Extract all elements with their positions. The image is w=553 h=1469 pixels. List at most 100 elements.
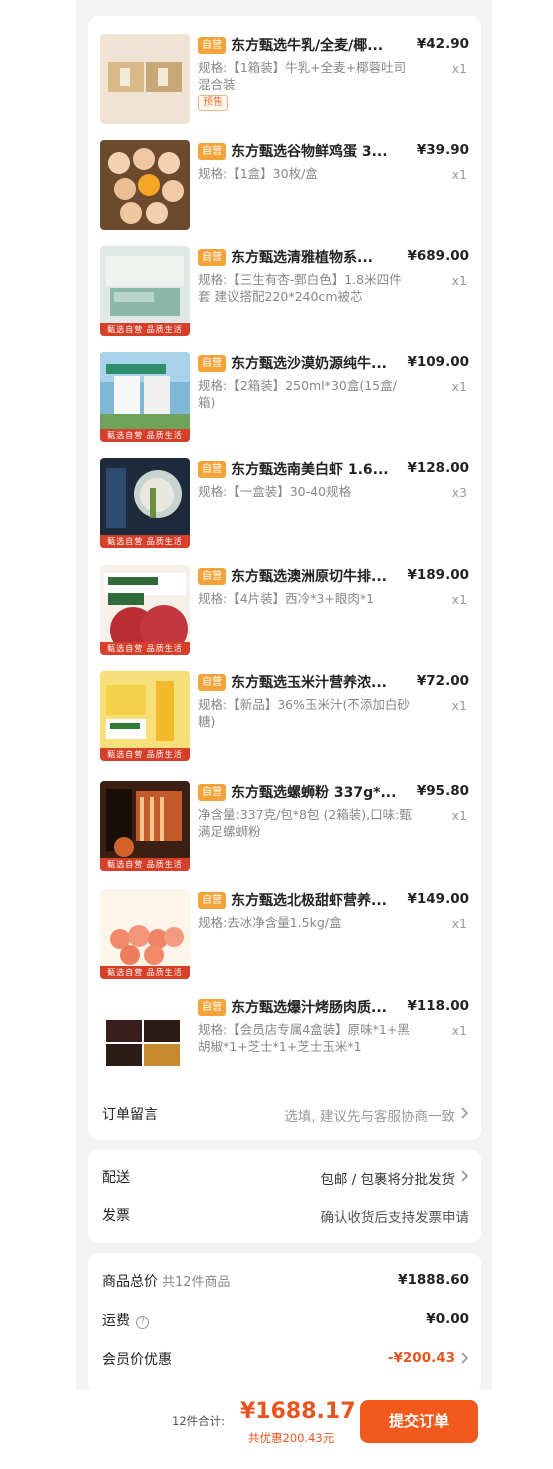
product-item[interactable]: 甄选自营 品质生活 自营 东方甄选沙漠奶源纯牛... ¥109.00 规格:【2箱装】2… (88, 352, 481, 448)
product-item[interactable]: 甄选自营 品质生活 自营 东方甄选南美白虾 1.6... ¥128.00 规格:【一盒装… (88, 458, 481, 554)
product-price: ¥189.00 (407, 567, 470, 583)
bread-box-image[interactable] (100, 34, 190, 124)
product-title[interactable]: 东方甄选谷物鲜鸡蛋 3... (231, 141, 406, 161)
checkout-bar: 12件合计: ¥1688.17 共优惠200.43元 提交订单 (0, 1390, 553, 1469)
thumb-shape (138, 174, 160, 196)
thumb-shape (144, 1020, 180, 1042)
product-quantity: x1 (451, 379, 467, 394)
product-item[interactable]: 甄选自营 品质生活 自营 东方甄选清雅植物系... ¥689.00 规格:【三生有杏-鄄… (88, 246, 481, 342)
info-icon[interactable]: ? (136, 1316, 149, 1329)
product-spec: 规格:【新品】36%玉米汁(不添加白砂糖) (198, 697, 410, 729)
thumb-shape (158, 152, 180, 174)
thumb-shape (106, 364, 166, 374)
milk-box-image[interactable]: 甄选自营 品质生活 (100, 352, 190, 442)
product-price: ¥689.00 (407, 248, 470, 264)
price-summary-card: 商品总价 共12件商品 ¥1888.60 运费? ¥0.00 会员价优惠 -¥20… (88, 1253, 481, 1393)
delivery-row[interactable]: 配送 包邮 / 包裹将分批发货 (102, 1165, 469, 1189)
member-discount-value: -¥200.43 (387, 1350, 455, 1366)
thumb-shape (108, 152, 130, 174)
invoice-label: 发票 (102, 1208, 130, 1224)
product-quantity: x1 (451, 916, 467, 931)
product-price: ¥72.00 (416, 673, 469, 689)
shipping-value: ¥0.00 (426, 1311, 469, 1327)
member-discount-label: 会员价优惠 (102, 1352, 172, 1368)
self-operated-badge: 自营 (198, 892, 226, 909)
corn-juice-image[interactable]: 甄选自营 品质生活 (100, 671, 190, 761)
product-quantity: x1 (451, 1023, 467, 1038)
thumb-shape (108, 593, 144, 605)
sausage-box-image[interactable] (100, 996, 190, 1086)
order-note-input[interactable]: 选填, 建议先与客服协商一致 (284, 1105, 455, 1125)
sweet-shrimp-image[interactable]: 甄选自营 品质生活 (100, 889, 190, 979)
shrimp-image[interactable]: 甄选自营 品质生活 (100, 458, 190, 548)
self-operated-badge: 自营 (198, 249, 226, 266)
thumb-shape (108, 577, 158, 585)
product-item[interactable]: 甄选自营 品质生活 自营 东方甄选北极甜虾营养... ¥149.00 规格:去冰净含量1… (88, 889, 481, 985)
noodles-image[interactable]: 甄选自营 品质生活 (100, 781, 190, 871)
thumb-shape (146, 202, 168, 224)
product-title[interactable]: 东方甄选沙漠奶源纯牛... (231, 353, 406, 373)
order-note-row[interactable]: 订单留言 选填, 建议先与客服协商一致 (102, 1102, 469, 1126)
product-item[interactable]: 甄选自营 品质生活 自营 东方甄选玉米汁营养浓... ¥72.00 规格:【新品】36%… (88, 671, 481, 767)
product-quantity: x1 (451, 698, 467, 713)
thumb-strip: 甄选自营 品质生活 (100, 642, 190, 655)
thumb-shape (106, 719, 146, 739)
shipping-label-text: 运费 (102, 1313, 130, 1329)
member-discount-row[interactable]: 会员价优惠 -¥200.43 (102, 1347, 469, 1371)
thumb-shape (106, 685, 146, 715)
thumb-shape (110, 723, 140, 729)
self-operated-badge: 自营 (198, 784, 226, 801)
product-item[interactable]: 自营 东方甄选爆汁烤肠肉质... ¥118.00 规格:【会员店专属4盒装】原味*1+… (88, 996, 481, 1092)
submit-order-button[interactable]: 提交订单 (360, 1400, 478, 1443)
thumb-shape (128, 925, 150, 947)
product-title[interactable]: 东方甄选北极甜虾营养... (231, 890, 406, 910)
thumb-shape (162, 180, 184, 202)
chevron-right-icon (461, 1107, 469, 1119)
thumb-strip: 甄选自营 品质生活 (100, 429, 190, 442)
thumb-shape (158, 68, 168, 86)
total-amount: ¥1688.17 (240, 1399, 356, 1424)
delivery-value: 包邮 / 包裹将分批发货 (320, 1172, 455, 1188)
product-item[interactable]: 自营 东方甄选牛乳/全麦/椰... ¥42.90 规格:【1箱装】牛乳+全麦+椰蓉吐司… (88, 34, 481, 130)
product-quantity: x1 (451, 592, 467, 607)
goods-total-value: ¥1888.60 (398, 1272, 469, 1288)
product-spec: 规格:【三生有杏-鄄白色】1.8米四件套 建议搭配220*240cm被芯 (198, 272, 402, 304)
product-price: ¥109.00 (407, 354, 470, 370)
invoice-value: 确认收货后支持发票申请 (320, 1210, 470, 1226)
product-title[interactable]: 东方甄选清雅植物系... (231, 247, 406, 267)
product-title[interactable]: 东方甄选螺蛳粉 337g*... (231, 782, 406, 802)
product-price: ¥149.00 (407, 891, 470, 907)
product-price: ¥128.00 (407, 460, 470, 476)
product-title[interactable]: 东方甄选澳洲原切牛排... (231, 566, 406, 586)
product-spec: 净含量:337克/包*8包 (2箱装),口味:甄满足螺蛳粉 (198, 807, 412, 839)
product-item[interactable]: 甄选自营 品质生活 自营 东方甄选螺蛳粉 337g*... ¥95.80 净含量:337… (88, 781, 481, 877)
shipping-row: 运费? ¥0.00 (102, 1308, 469, 1332)
product-title[interactable]: 东方甄选牛乳/全麦/椰... (231, 35, 406, 55)
self-operated-badge: 自营 (198, 999, 226, 1016)
invoice-row[interactable]: 发票 确认收货后支持发票申请 (102, 1203, 469, 1227)
thumb-shape (144, 945, 164, 965)
thumb-shape (120, 202, 142, 224)
order-note-label: 订单留言 (102, 1107, 158, 1123)
delivery-invoice-card: 配送 包邮 / 包裹将分批发货 发票 确认收货后支持发票申请 (88, 1150, 481, 1243)
product-item[interactable]: 自营 东方甄选谷物鲜鸡蛋 3... ¥39.90 规格:【1盒】30枚/盒 x1 (88, 140, 481, 236)
thumb-shape (140, 797, 144, 841)
steak-image[interactable]: 甄选自营 品质生活 (100, 565, 190, 655)
thumb-shape (164, 927, 184, 947)
goods-total-label-text: 商品总价 (102, 1274, 158, 1290)
eggs-image[interactable] (100, 140, 190, 230)
thumb-shape (114, 837, 134, 857)
shipping-label: 运费? (102, 1310, 149, 1330)
product-title[interactable]: 东方甄选爆汁烤肠肉质... (231, 997, 406, 1017)
bedding-image[interactable]: 甄选自营 品质生活 (100, 246, 190, 336)
product-title[interactable]: 东方甄选玉米汁营养浓... (231, 672, 406, 692)
product-spec: 规格:去冰净含量1.5kg/盒 (198, 915, 342, 930)
chevron-right-icon (461, 1170, 469, 1182)
thumb-shape (150, 488, 156, 518)
self-operated-badge: 自营 (198, 37, 226, 54)
thumb-shape (160, 797, 164, 841)
product-item[interactable]: 甄选自营 品质生活 自营 东方甄选澳洲原切牛排... ¥189.00 规格:【4片装】西… (88, 565, 481, 661)
thumb-shape (156, 681, 174, 741)
product-title[interactable]: 东方甄选南美白虾 1.6... (231, 459, 406, 479)
thumb-strip: 甄选自营 品质生活 (100, 748, 190, 761)
